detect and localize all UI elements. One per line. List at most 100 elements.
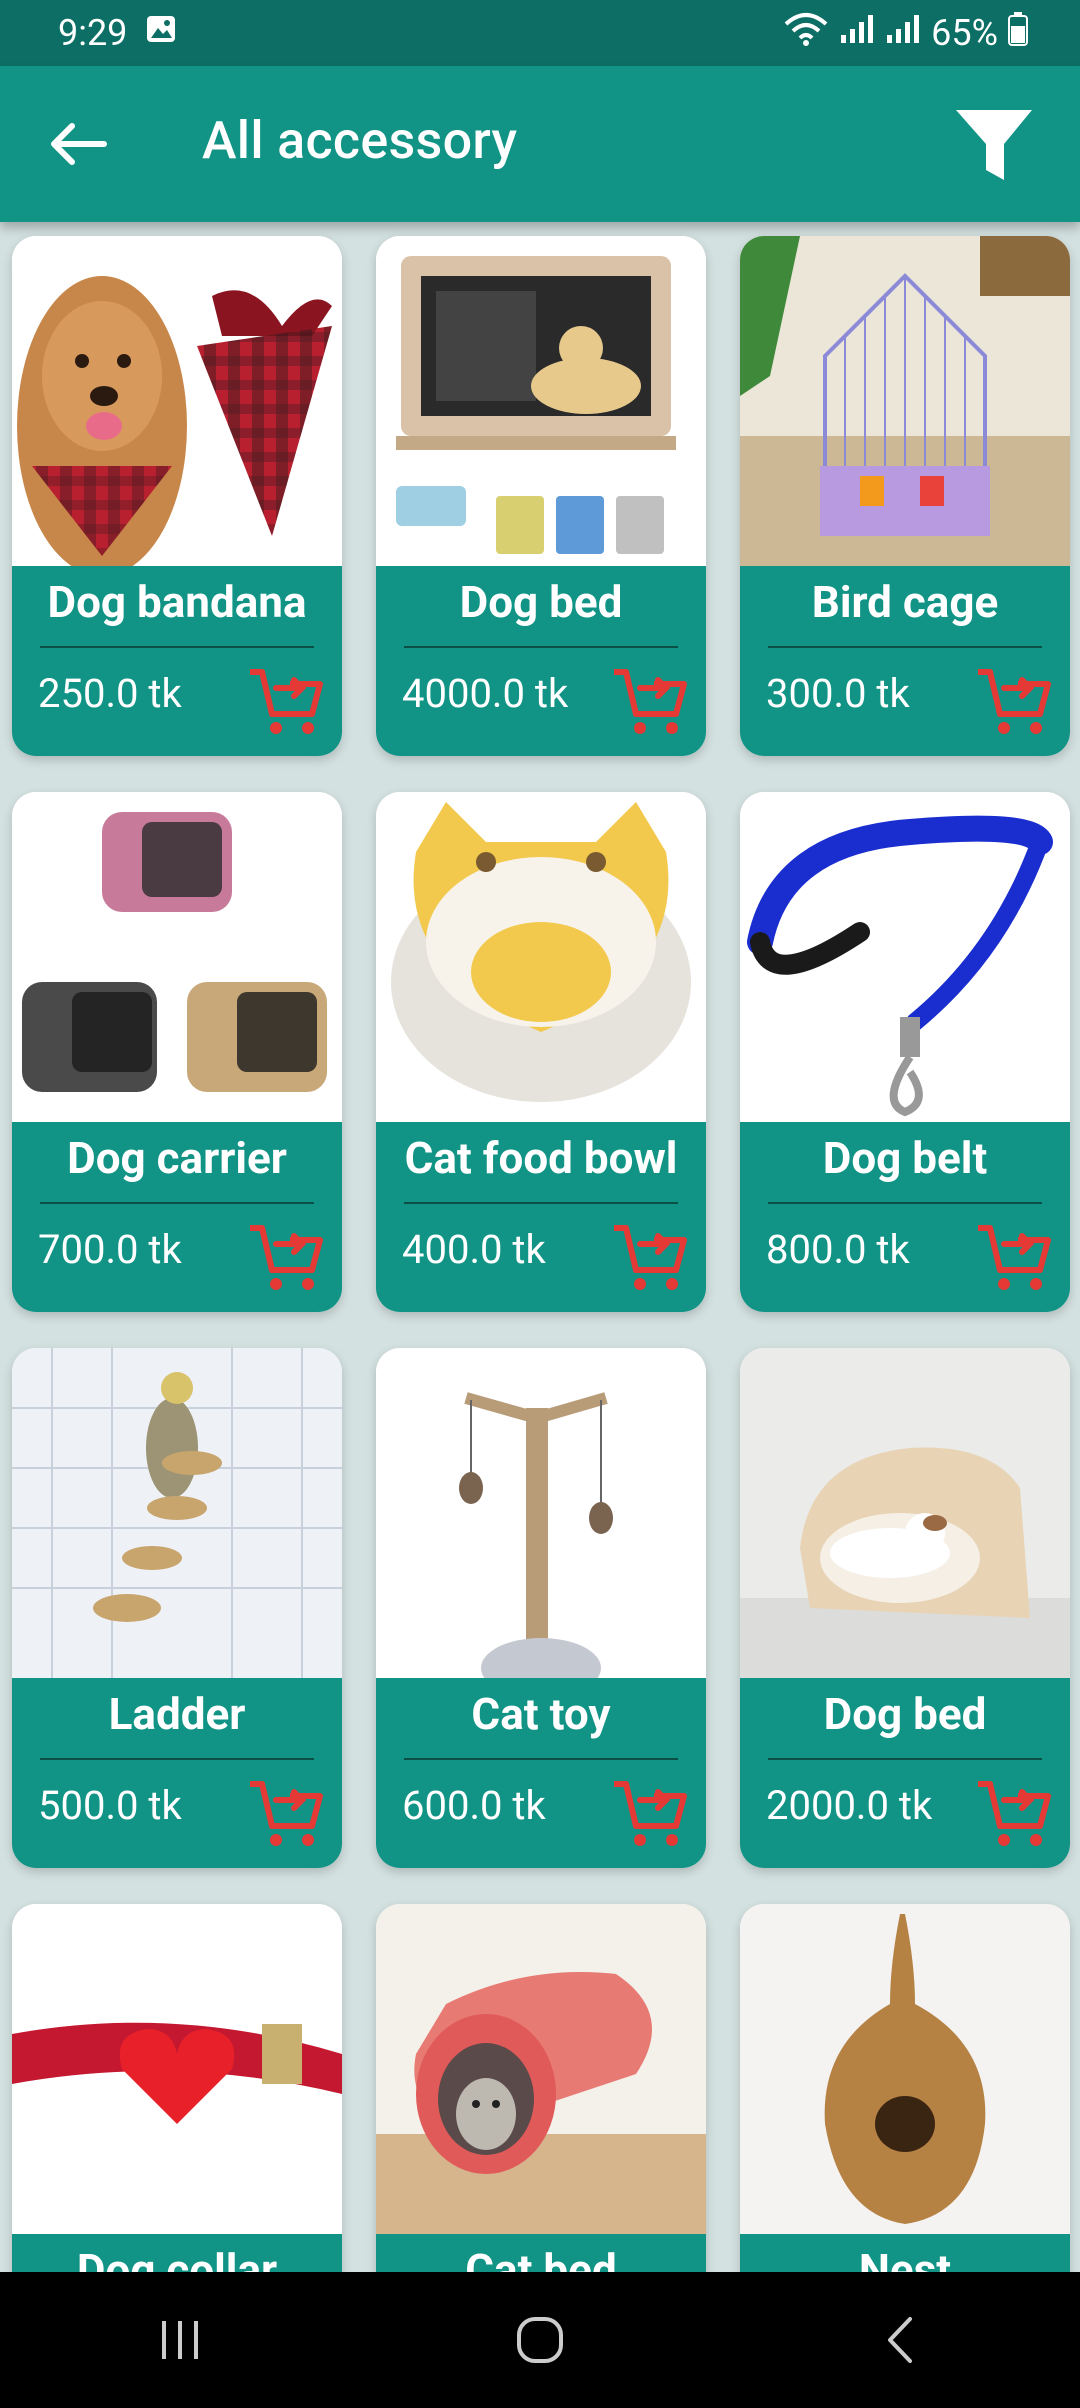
filter-icon xyxy=(956,110,1032,180)
product-card[interactable]: Dog collar xyxy=(12,1904,342,2272)
back-nav-button[interactable] xyxy=(840,2300,960,2380)
product-image-dog-bed-2 xyxy=(740,1348,1070,1678)
product-price: 4000.0 tk xyxy=(402,670,569,717)
product-name: Dog bed xyxy=(823,1688,987,1740)
product-name: Cat toy xyxy=(471,1688,611,1740)
add-to-cart-icon xyxy=(250,669,323,734)
product-price: 300.0 tk xyxy=(766,670,910,717)
system-nav-bar xyxy=(0,2272,1080,2408)
status-time: 9:29 xyxy=(58,12,128,54)
product-info: Dog bandana 250.0 tk xyxy=(12,566,342,756)
product-info: Nest xyxy=(740,2234,1070,2272)
product-card[interactable]: Cat food bowl 400.0 tk xyxy=(376,792,706,1312)
home-button[interactable] xyxy=(480,2300,600,2380)
product-image-dog-carrier xyxy=(12,792,342,1122)
divider xyxy=(768,646,1042,648)
add-to-cart-button[interactable] xyxy=(610,662,690,742)
recents-icon xyxy=(162,2321,198,2359)
add-to-cart-button[interactable] xyxy=(610,1218,690,1298)
divider xyxy=(40,1202,314,1204)
home-icon xyxy=(517,2317,563,2363)
product-image-bird-cage xyxy=(740,236,1070,566)
battery-icon xyxy=(1008,11,1028,55)
add-to-cart-button[interactable] xyxy=(246,662,326,742)
divider xyxy=(404,1202,678,1204)
product-card[interactable]: Dog bandana 250.0 tk xyxy=(12,236,342,756)
product-info: Dog belt 800.0 tk xyxy=(740,1122,1070,1312)
divider xyxy=(768,1758,1042,1760)
product-info: Bird cage 300.0 tk xyxy=(740,566,1070,756)
gallery-notification-icon xyxy=(145,12,177,54)
product-card[interactable]: Dog bed 4000.0 tk xyxy=(376,236,706,756)
product-price: 2000.0 tk xyxy=(766,1782,933,1829)
product-grid: Dog bandana 250.0 tk Dog bed 4000.0 tk B… xyxy=(0,222,1080,2272)
battery-percent: 65% xyxy=(931,12,998,54)
product-name: Cat bed xyxy=(465,2244,617,2272)
product-info: Cat food bowl 400.0 tk xyxy=(376,1122,706,1312)
product-price: 500.0 tk xyxy=(38,1782,182,1829)
product-name: Dog belt xyxy=(822,1132,988,1184)
product-name: Dog bed xyxy=(459,576,623,628)
product-image-cat-toy xyxy=(376,1348,706,1678)
product-price: 600.0 tk xyxy=(402,1782,546,1829)
product-card[interactable]: Cat toy 600.0 tk xyxy=(376,1348,706,1868)
product-image-cat-food-bowl xyxy=(376,792,706,1122)
divider xyxy=(404,1758,678,1760)
product-card[interactable]: Bird cage 300.0 tk xyxy=(740,236,1070,756)
product-name: Nest xyxy=(858,2244,952,2272)
divider xyxy=(40,1758,314,1760)
product-price: 700.0 tk xyxy=(38,1226,182,1273)
product-info: Ladder 500.0 tk xyxy=(12,1678,342,1868)
add-to-cart-button[interactable] xyxy=(974,662,1054,742)
add-to-cart-button[interactable] xyxy=(974,1774,1054,1854)
recents-button[interactable] xyxy=(120,2300,240,2380)
product-card[interactable]: Dog carrier 700.0 tk xyxy=(12,792,342,1312)
app-bar: All accessory xyxy=(0,66,1080,222)
product-name: Bird cage xyxy=(811,576,999,628)
divider xyxy=(404,646,678,648)
status-bar: 9:29 65% xyxy=(0,0,1080,66)
page-title: All accessory xyxy=(202,110,518,171)
product-card[interactable]: Ladder 500.0 tk xyxy=(12,1348,342,1868)
filter-button[interactable] xyxy=(952,104,1036,188)
product-info: Cat toy 600.0 tk xyxy=(376,1678,706,1868)
product-name: Dog bandana xyxy=(47,576,307,628)
product-name: Dog carrier xyxy=(67,1132,287,1184)
product-image-dog-bed xyxy=(376,236,706,566)
add-to-cart-button[interactable] xyxy=(974,1218,1054,1298)
product-name: Cat food bowl xyxy=(404,1132,678,1184)
add-to-cart-icon xyxy=(978,669,1051,734)
add-to-cart-button[interactable] xyxy=(610,1774,690,1854)
add-to-cart-icon xyxy=(250,1781,323,1846)
product-image-cat-bed xyxy=(376,1904,706,2234)
product-price: 250.0 tk xyxy=(38,670,182,717)
add-to-cart-button[interactable] xyxy=(246,1774,326,1854)
signal-icon-2 xyxy=(885,12,921,54)
product-info: Cat bed xyxy=(376,2234,706,2272)
product-info: Dog carrier 700.0 tk xyxy=(12,1122,342,1312)
product-info: Dog bed 2000.0 tk xyxy=(740,1678,1070,1868)
divider xyxy=(40,646,314,648)
product-name: Ladder xyxy=(108,1688,246,1740)
product-card[interactable]: Nest xyxy=(740,1904,1070,2272)
product-image-dog-collar xyxy=(12,1904,342,2234)
add-to-cart-icon xyxy=(978,1781,1051,1846)
product-price: 800.0 tk xyxy=(766,1226,910,1273)
add-to-cart-button[interactable] xyxy=(246,1218,326,1298)
back-button[interactable] xyxy=(42,118,114,170)
divider xyxy=(768,1202,1042,1204)
product-card[interactable]: Dog bed 2000.0 tk xyxy=(740,1348,1070,1868)
wifi-icon xyxy=(783,12,829,55)
product-card[interactable]: Cat bed xyxy=(376,1904,706,2272)
product-info: Dog collar xyxy=(12,2234,342,2272)
product-image-dog-belt xyxy=(740,792,1070,1122)
product-image-nest xyxy=(740,1904,1070,2234)
product-name: Dog collar xyxy=(76,2244,278,2272)
add-to-cart-icon xyxy=(614,669,687,734)
product-card[interactable]: Dog belt 800.0 tk xyxy=(740,792,1070,1312)
arrow-left-icon xyxy=(51,123,107,165)
product-image-ladder xyxy=(12,1348,342,1678)
add-to-cart-icon xyxy=(250,1225,323,1290)
add-to-cart-icon xyxy=(978,1225,1051,1290)
add-to-cart-icon xyxy=(614,1781,687,1846)
